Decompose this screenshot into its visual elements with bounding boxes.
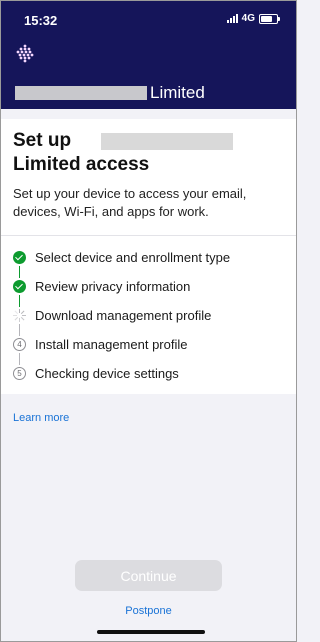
continue-button[interactable]: Continue [75,560,222,591]
step-label: Install management profile [35,336,188,352]
redacted-title-text [101,133,233,150]
loading-spinner-icon [13,308,26,322]
page-subtitle: Set up your device to access your email,… [13,186,247,219]
step-number-4-icon: 4 [13,337,26,351]
signal-icon [226,14,238,23]
title-line-2: Limited access [13,154,150,175]
status-time: 15:32 [24,13,58,28]
learn-more-link[interactable]: Learn more [13,412,69,424]
step-label: Download management profile [35,307,212,323]
app-screen: 15:32 4G Limited Set up Limited access S… [0,0,297,642]
redacted-org-name [15,86,147,100]
step-label: Select device and enrollment type [35,249,231,265]
postpone-link[interactable]: Postpone [1,605,296,617]
step-2: Review privacy information [13,278,190,294]
step-connector [19,295,20,307]
step-5: 5 Checking device settings [13,365,179,381]
step-label: Checking device settings [35,365,179,381]
step-4: 4 Install management profile [13,336,187,352]
home-indicator[interactable] [97,630,205,634]
step-connector [19,266,20,278]
step-connector [19,324,20,336]
checkmark-icon [13,250,26,264]
battery-icon [259,13,280,24]
step-connector [19,353,20,365]
step-1: Select device and enrollment type [13,249,230,265]
step-number-5-icon: 5 [13,366,26,380]
step-label: Review privacy information [35,278,191,294]
header-bar: 15:32 4G Limited [1,1,296,109]
org-name: Limited [150,83,205,102]
step-3: Download management profile [13,307,211,323]
status-indicators: 4G [226,13,280,24]
network-type: 4G [241,13,255,24]
divider [1,235,296,236]
checkmark-icon [13,279,26,293]
company-portal-logo-icon [16,44,34,63]
